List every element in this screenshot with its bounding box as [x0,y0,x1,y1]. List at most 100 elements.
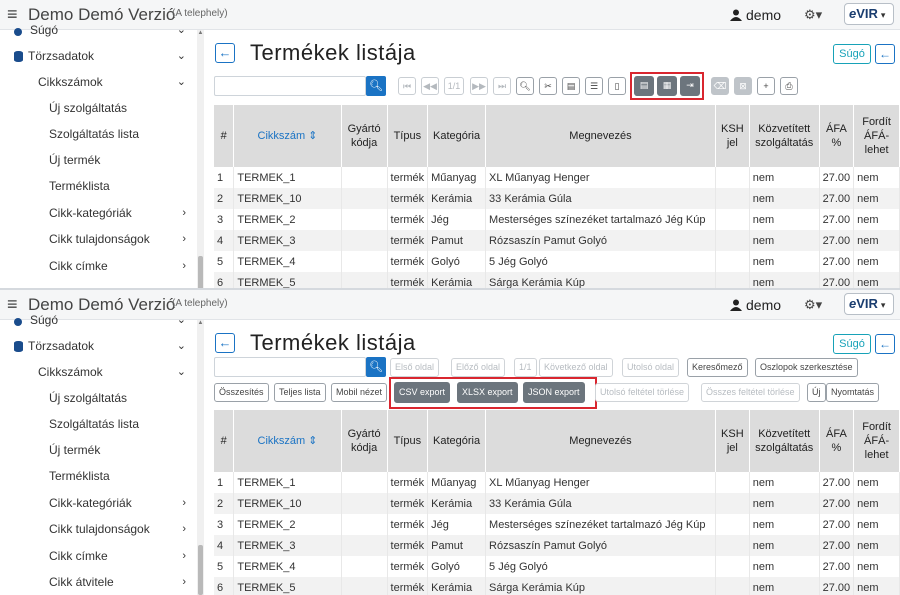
sidebar-item-help[interactable]: Súgó ⌄ [0,307,196,333]
col-sku[interactable]: Cikkszám ⇕ [233,105,342,167]
col-label: Gyártó [347,428,381,440]
sidebar-item-skus[interactable]: Cikkszámok ⌄ [0,69,196,95]
back-button-right[interactable]: ← [875,334,895,354]
back-button-right[interactable]: ← [875,44,895,64]
summary-icon[interactable]: ▤ [562,77,580,95]
print-button[interactable]: Nyomtatás [826,383,880,402]
sidebar-item-product-list[interactable]: Terméklista [0,463,196,489]
sidebar-item-categories[interactable]: Cikk-kategóriák › [0,200,196,226]
gear-icon[interactable]: ⚙▾ [804,297,822,313]
table-row[interactable]: 1 TERMEK_1 termék Műanyag XL Műanyag Henger n… [214,167,900,188]
help-button[interactable]: Súgó [833,44,871,64]
table-row[interactable]: 1 TERMEK_1 termék Műanyag XL Műanyag Henger n… [214,472,900,493]
sidebar-item-help[interactable]: Súgó ⌄ [0,17,196,43]
sidebar-scrollbar[interactable]: ▲ [197,320,204,595]
col-label: ÁFA [826,123,847,135]
scrollbar-thumb[interactable] [198,256,203,288]
print-icon[interactable]: ⎙ [780,77,798,95]
full-list-icon[interactable]: ☰ [585,77,603,95]
table-row[interactable]: 6 TERMEK_5 termék Kerámia Sárga Kerámia Kúp n… [214,272,900,288]
sidebar-scrollbar[interactable]: ▲ [197,30,204,288]
sidebar-item-new-product[interactable]: Új termék [0,437,196,463]
cell-category: Pamut [427,535,487,556]
edit-columns-button[interactable]: Oszlopok szerkesztése [755,358,858,377]
table-row[interactable]: 5 TERMEK_4 termék Golyó 5 Jég Golyó nem 27.00 n… [214,556,900,577]
table-row[interactable]: 5 TERMEK_4 termék Golyó 5 Jég Golyó nem 27.00 n… [214,251,900,272]
sidebar-item-label: Cikk címke [49,259,108,273]
cell-vat: 27.00 [819,556,855,577]
cell-num: 3 [214,514,235,535]
sidebar-item-transfer[interactable]: Cikk átvitele › [0,569,196,595]
prev-page-icon[interactable]: ◀◀ [421,77,439,95]
next-page-button[interactable]: Következő oldal [539,358,613,377]
sidebar-item-labels[interactable]: Cikk címke › [0,253,196,279]
sidebar-item-properties[interactable]: Cikk tulajdonságok › [0,516,196,542]
edit-columns-icon[interactable]: ✂ [539,77,557,95]
mobile-view-button[interactable]: Mobil nézet [331,383,388,402]
cell-type: termék [387,272,429,288]
vir-logo[interactable]: eVIR ▾ [844,293,894,315]
back-button[interactable]: ← [215,43,235,63]
table-row[interactable]: 3 TERMEK_2 termék Jég Mesterséges színezéket… [214,514,900,535]
sidebar-item-labels[interactable]: Cikk címke › [0,543,196,569]
arrow-left-icon: ← [879,47,891,61]
chevron-down-icon: ⌄ [176,314,186,326]
sidebar-item-new-service[interactable]: Új szolgáltatás [0,95,196,121]
user-menu[interactable]: demo [730,7,781,23]
gear-icon[interactable]: ⚙▾ [804,7,822,23]
help-button[interactable]: Súgó [833,334,871,354]
mobile-view-icon[interactable]: ▯ [608,77,626,95]
page-title: Termékek listája [250,330,416,355]
cell-mfr-code [341,230,388,251]
table-row[interactable]: 2 TERMEK_10 termék Kerámia 33 Kerámia Gúla ne… [214,188,900,209]
sidebar-item-master-data[interactable]: Törzsadatok ⌄ [0,333,196,359]
sidebar-item-service-list[interactable]: Szolgáltatás lista [0,121,196,147]
next-page-icon[interactable]: ▶▶ [470,77,488,95]
last-page-button[interactable]: Utolsó oldal [622,358,680,377]
vir-logo[interactable]: eVIR ▾ [844,3,894,25]
clear-all-filters-button[interactable]: Összes feltétel törlése [701,383,800,402]
arrow-left-icon: ← [218,335,232,350]
col-label: Fordít [862,421,891,433]
sidebar-item-product-list[interactable]: Terméklista [0,173,196,199]
first-page-button[interactable]: Első oldal [390,358,440,377]
table-row[interactable]: 2 TERMEK_10 termék Kerámia 33 Kerámia Gúla ne… [214,493,900,514]
col-label: Gyártó [347,123,381,135]
col-sku[interactable]: Cikkszám ⇕ [233,410,342,472]
sidebar-item-new-product[interactable]: Új termék [0,147,196,173]
clear-last-filter-icon[interactable]: ⌫ [711,77,729,95]
clear-last-filter-button[interactable]: Utolsó feltétel törlése [595,383,690,402]
scrollbar-thumb[interactable] [198,545,203,595]
sidebar-item-skus[interactable]: Cikkszámok ⌄ [0,359,196,385]
full-list-button[interactable]: Teljes lista [274,383,326,402]
search-input[interactable] [214,357,366,377]
search-button[interactable]: 🔍︎ [366,76,386,96]
sidebar-item-properties[interactable]: Cikk tulajdonságok › [0,226,196,252]
prev-page-button[interactable]: Előző oldal [451,358,506,377]
cell-name: 33 Kerámia Gúla [485,188,716,209]
search-button[interactable]: 🔍︎ [366,357,386,377]
scroll-up-icon[interactable]: ▲ [197,320,204,328]
cell-mediated: nem [749,272,820,288]
table-row[interactable]: 6 TERMEK_5 termék Kerámia Sárga Kerámia Kúp n… [214,577,900,595]
new-icon[interactable]: + [757,77,775,95]
clear-all-filters-icon[interactable]: ⊠ [734,77,752,95]
user-menu[interactable]: demo [730,297,781,313]
scroll-up-icon[interactable]: ▲ [197,30,204,38]
table-row[interactable]: 4 TERMEK_3 termék Pamut Rózsaszín Pamut Goly… [214,230,900,251]
sidebar-item-master-data[interactable]: Törzsadatok ⌄ [0,43,196,69]
sidebar-item-categories[interactable]: Cikk-kategóriák › [0,490,196,516]
table-row[interactable]: 4 TERMEK_3 termék Pamut Rózsaszín Pamut Goly… [214,535,900,556]
first-page-icon[interactable]: ⏮ [398,77,416,95]
last-page-icon[interactable]: ⏭ [493,77,511,95]
search-input[interactable] [214,76,366,96]
table-row[interactable]: 3 TERMEK_2 termék Jég Mesterséges színezéket… [214,209,900,230]
sidebar-item-new-service[interactable]: Új szolgáltatás [0,385,196,411]
sidebar-item-service-list[interactable]: Szolgáltatás lista [0,411,196,437]
cell-vat: 27.00 [819,535,855,556]
summary-button[interactable]: Összesítés [214,383,269,402]
new-button[interactable]: Új [807,383,826,402]
search-field-icon[interactable]: 🔍︎ [516,77,534,95]
back-button[interactable]: ← [215,333,235,353]
search-field-button[interactable]: Keresőmező [687,358,748,377]
